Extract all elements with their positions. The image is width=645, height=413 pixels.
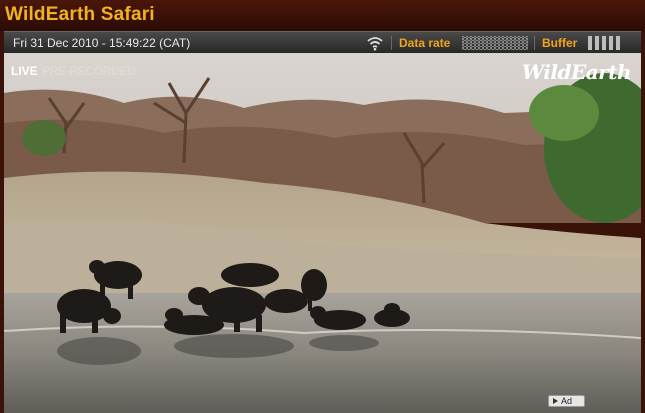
ad-label: Ad (561, 396, 573, 406)
divider (391, 36, 392, 50)
data-rate-meter (462, 36, 528, 50)
info-bar: Fri 31 Dec 2010 - 15:49:22 (CAT) Data ra… (4, 31, 641, 54)
play-icon (553, 398, 558, 404)
data-rate-label: Data rate (399, 36, 451, 50)
title-bar: WildEarth Safari (0, 0, 645, 31)
buffer-segment (616, 36, 620, 50)
buffer-label: Buffer (542, 36, 578, 50)
wifi-icon (367, 37, 383, 51)
pre-recorded-label: PRE-RECORDED (42, 64, 136, 78)
divider (534, 36, 535, 50)
buffer-meter (588, 36, 620, 50)
video-player: WildEarth Safari Fri 31 Dec 2010 - 15:49… (0, 0, 645, 413)
live-label: LIVE (11, 64, 38, 78)
app-title: WildEarth Safari (5, 4, 155, 25)
ad-button[interactable]: Ad (548, 395, 585, 407)
buffer-segment (609, 36, 613, 50)
buffer-segment (602, 36, 606, 50)
safari-scene (4, 53, 641, 413)
buffer-segment (588, 36, 592, 50)
wildearth-logo: WildEarth (521, 60, 632, 84)
video-frame[interactable]: LIVE PRE-RECORDED WildEarth Ad (4, 53, 641, 413)
timestamp: Fri 31 Dec 2010 - 15:49:22 (CAT) (13, 36, 191, 50)
buffer-segment (595, 36, 599, 50)
